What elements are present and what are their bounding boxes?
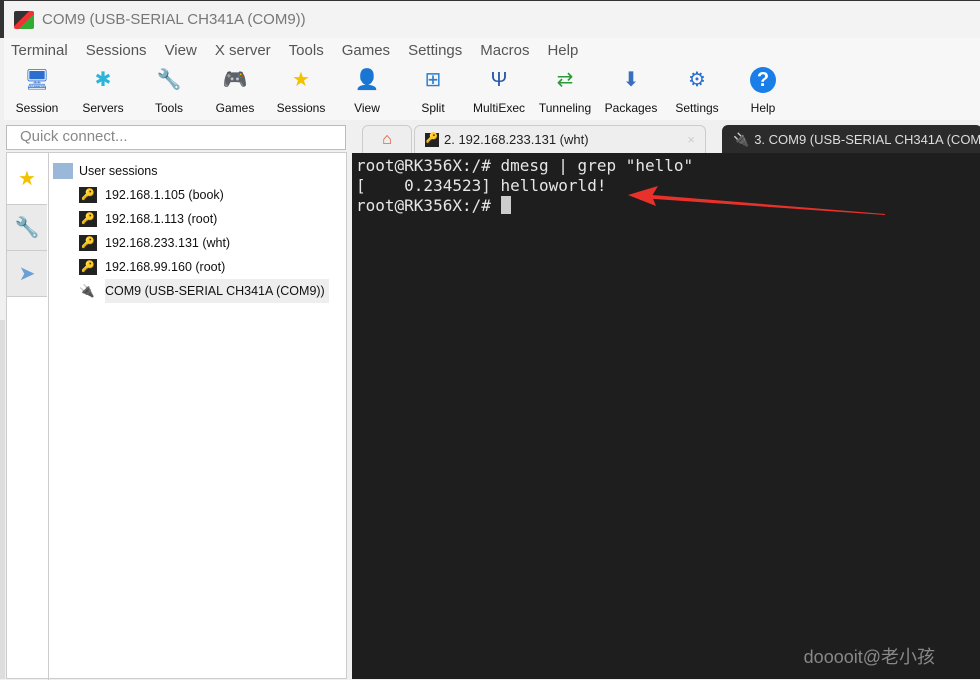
- menu-games[interactable]: Games: [342, 42, 390, 59]
- tools-icon: 🔧: [156, 69, 182, 91]
- multiexec-icon: Ψ: [490, 69, 508, 91]
- window-title: COM9 (USB-SERIAL CH341A (COM9)): [42, 11, 306, 28]
- menu-terminal[interactable]: Terminal: [11, 42, 68, 59]
- session-item[interactable]: 🔑 192.168.99.160 (root): [53, 255, 329, 279]
- key-icon: 🔑: [79, 259, 97, 275]
- session-icon: 🖥: [24, 69, 50, 91]
- close-tab-icon[interactable]: ×: [687, 132, 695, 147]
- games-button[interactable]: 🎮 Games: [202, 62, 268, 120]
- annotation-arrow: [628, 186, 885, 215]
- star-icon: ★: [18, 168, 36, 190]
- sessions-button[interactable]: ★ Sessions: [268, 62, 334, 120]
- key-icon: 🔑: [79, 235, 97, 251]
- mobaxterm-logo-icon: [14, 10, 34, 29]
- session-item[interactable]: 🔑 192.168.1.105 (book): [53, 183, 329, 207]
- packages-button[interactable]: ⬇ Packages: [598, 62, 664, 120]
- tab-bar: ⌂ 🔑 2. 192.168.233.131 (wht) × 🔌 3. COM9…: [352, 122, 980, 153]
- watermark: dooooit@老小孩: [803, 647, 935, 667]
- multiexec-button[interactable]: Ψ MultiExec: [466, 62, 532, 120]
- split-icon: ⊞: [424, 69, 442, 91]
- key-icon: 🔑: [79, 211, 97, 227]
- servers-button[interactable]: ✱ Servers: [70, 62, 136, 120]
- title-bar: COM9 (USB-SERIAL CH341A (COM9)): [0, 0, 980, 38]
- terminal[interactable]: root@RK356X:/# dmesg | grep "hello"[ 0.2…: [352, 153, 980, 679]
- user-sessions-folder[interactable]: User sessions: [53, 159, 329, 183]
- session-tree: User sessions 🔑 192.168.1.105 (book) 🔑 192…: [53, 159, 329, 303]
- session-item-com9[interactable]: 🔌 COM9 (USB-SERIAL CH341A (COM9)): [53, 279, 329, 303]
- terminal-line: root@RK356X:/# dmesg | grep "hello": [356, 156, 694, 175]
- menu-settings[interactable]: Settings: [408, 42, 462, 59]
- terminal-cursor: [500, 196, 511, 214]
- split-button[interactable]: ⊞ Split: [400, 62, 466, 120]
- serial-plug-icon: 🔌: [79, 283, 95, 298]
- help-button[interactable]: ? Help: [730, 62, 796, 120]
- menu-sessions[interactable]: Sessions: [86, 42, 147, 59]
- star-icon: ★: [292, 69, 310, 91]
- key-icon: 🔑: [425, 132, 439, 147]
- sidebar-tab-tools[interactable]: 🔧: [7, 205, 47, 251]
- sidebar-vertical-tabs: ★ 🔧 ➤: [7, 153, 49, 680]
- tab-ssh-session[interactable]: 🔑 2. 192.168.233.131 (wht) ×: [414, 125, 706, 153]
- view-button[interactable]: 👤 View: [334, 62, 400, 120]
- key-icon: 🔑: [79, 187, 97, 203]
- games-icon: 🎮: [222, 69, 248, 91]
- menu-x-server[interactable]: X server: [215, 42, 271, 59]
- tools-icon: 🔧: [14, 217, 40, 239]
- toolbar: 🖥 Session ✱ Servers 🔧 Tools 🎮 Games ★ Session…: [4, 62, 980, 120]
- settings-button[interactable]: ⚙ Settings: [664, 62, 730, 120]
- tunneling-button[interactable]: ⇄ Tunneling: [532, 62, 598, 120]
- session-item[interactable]: 🔑 192.168.1.113 (root): [53, 207, 329, 231]
- user-folder-icon: [53, 163, 73, 179]
- quick-connect-input[interactable]: Quick connect...: [6, 125, 346, 150]
- tab-home[interactable]: ⌂: [362, 125, 412, 153]
- sidebar-tab-macros[interactable]: ➤: [7, 251, 47, 297]
- packages-icon: ⬇: [622, 69, 640, 91]
- serial-plug-icon: 🔌: [733, 131, 750, 147]
- menu-help[interactable]: Help: [547, 42, 578, 59]
- session-item[interactable]: 🔑 192.168.233.131 (wht): [53, 231, 329, 255]
- session-button[interactable]: 🖥 Session: [4, 62, 70, 120]
- tunneling-icon: ⇄: [556, 69, 574, 91]
- settings-icon: ⚙: [688, 69, 706, 91]
- home-icon: ⌂: [382, 130, 392, 148]
- help-icon: ?: [750, 67, 776, 93]
- background-window-edge: [0, 320, 5, 679]
- tab-com9[interactable]: 🔌 3. COM9 (USB-SERIAL CH341A (COM9)): [722, 125, 980, 153]
- menu-view[interactable]: View: [165, 42, 197, 59]
- arrow-shaft: [640, 194, 885, 215]
- menu-macros[interactable]: Macros: [480, 42, 529, 59]
- sessions-sidebar: ★ 🔧 ➤ User sessions 🔑 192.168.1.105 (book…: [6, 152, 347, 680]
- view-icon: 👤: [354, 69, 380, 91]
- menu-bar: Terminal Sessions View X server Tools Ga…: [4, 38, 980, 62]
- menu-tools[interactable]: Tools: [289, 42, 324, 59]
- sidebar-tab-sessions[interactable]: ★: [7, 153, 47, 205]
- tools-button[interactable]: 🔧 Tools: [136, 62, 202, 120]
- servers-icon: ✱: [94, 69, 112, 91]
- paper-plane-icon: ➤: [18, 263, 36, 285]
